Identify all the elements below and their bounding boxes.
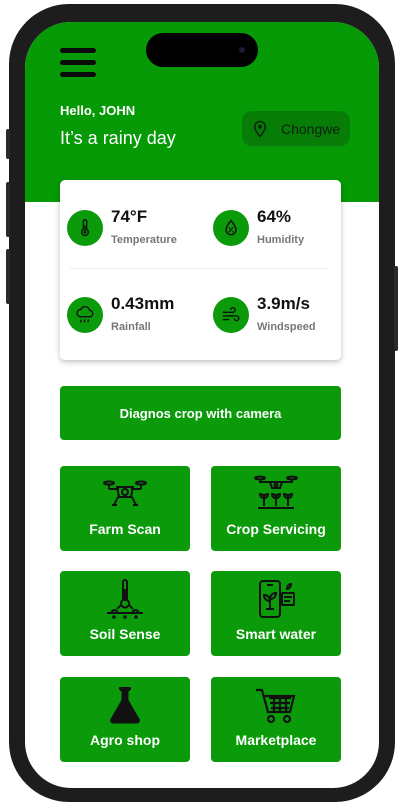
humidity-drop-icon xyxy=(213,210,249,246)
soil-sense-label: Soil Sense xyxy=(89,626,161,642)
thermometer-icon xyxy=(67,210,103,246)
diagnose-crop-button[interactable]: Diagnos crop with camera xyxy=(60,386,341,440)
smart-water-tile[interactable]: Smart water xyxy=(211,571,341,656)
smart-water-label: Smart water xyxy=(235,626,317,642)
rain-cloud-icon xyxy=(67,297,103,333)
stat-humidity: 64% Humidity xyxy=(213,207,343,247)
volume-down-button xyxy=(6,249,10,304)
volume-up-button xyxy=(6,182,10,237)
rainfall-value: 0.43mm xyxy=(111,294,175,313)
camera-icon xyxy=(239,47,245,53)
hamburger-menu-icon[interactable] xyxy=(60,48,96,80)
drone-icon xyxy=(103,480,147,506)
screen: Hello, JOHN It’s a rainy day Chongwe 74°… xyxy=(25,22,379,788)
farm-scan-tile[interactable]: Farm Scan xyxy=(60,466,190,551)
marketplace-label: Marketplace xyxy=(235,732,317,748)
windspeed-label: Windspeed xyxy=(257,321,316,333)
soil-sense-tile[interactable]: Soil Sense xyxy=(60,571,190,656)
map-pin-icon xyxy=(253,120,267,138)
marketplace-tile[interactable]: Marketplace xyxy=(211,677,341,762)
dynamic-island xyxy=(146,33,258,67)
farm-scan-label: Farm Scan xyxy=(89,521,161,537)
humidity-label: Humidity xyxy=(257,234,305,246)
agro-shop-label: Agro shop xyxy=(90,732,160,748)
weather-card: 74°F Temperature 64% Humidity 0.43mm Rai… xyxy=(60,180,341,360)
crop-servicing-tile[interactable]: Crop Servicing xyxy=(211,466,341,551)
drone-spraying-crops-icon xyxy=(254,475,298,509)
mute-switch xyxy=(6,129,10,159)
stat-rainfall: 0.43mm Rainfall xyxy=(67,294,197,334)
location-button[interactable]: Chongwe xyxy=(242,111,350,146)
phone-frame: Hello, JOHN It’s a rainy day Chongwe 74°… xyxy=(6,4,398,802)
power-button xyxy=(394,266,398,351)
card-divider xyxy=(70,268,328,269)
crop-servicing-label: Crop Servicing xyxy=(226,521,326,537)
shopping-cart-icon xyxy=(256,688,296,724)
wind-icon xyxy=(213,297,249,333)
flask-icon xyxy=(110,687,140,724)
temperature-value: 74°F xyxy=(111,207,148,226)
greeting-text: Hello, JOHN xyxy=(60,103,136,118)
stat-windspeed: 3.9m/s Windspeed xyxy=(213,294,343,334)
humidity-value: 64% xyxy=(257,207,292,226)
agro-shop-tile[interactable]: Agro shop xyxy=(60,677,190,762)
temperature-label: Temperature xyxy=(111,234,177,246)
windspeed-value: 3.9m/s xyxy=(257,294,310,313)
stat-temperature: 74°F Temperature xyxy=(67,207,197,247)
soil-sensor-icon xyxy=(107,579,143,619)
location-name: Chongwe xyxy=(281,120,341,137)
weather-summary: It’s a rainy day xyxy=(60,128,176,148)
smartphone-plant-icon xyxy=(259,580,295,618)
rainfall-label: Rainfall xyxy=(111,321,151,333)
